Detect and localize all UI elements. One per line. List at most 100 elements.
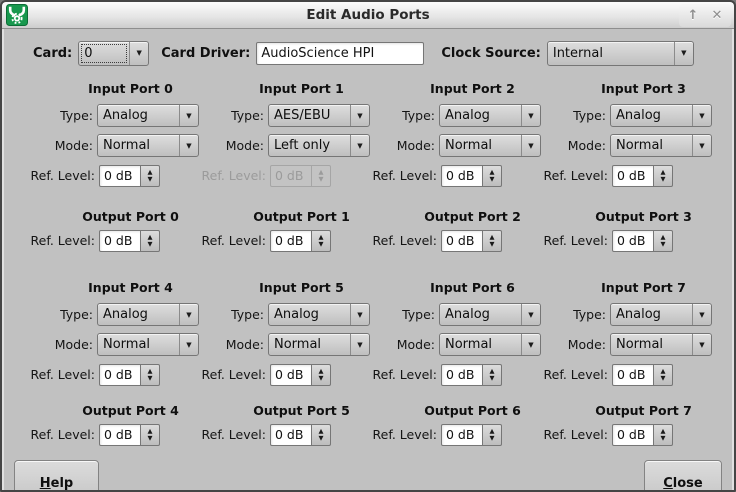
mode-value: Normal [98, 135, 179, 156]
clock-source-select[interactable]: Internal ▼ [547, 41, 694, 66]
type-row: Type: Analog ▼ [28, 104, 199, 127]
spinner-buttons[interactable]: ▲ ▼ [483, 230, 502, 252]
spin-down-icon[interactable]: ▼ [319, 435, 324, 442]
mode-label: Mode: [541, 138, 610, 153]
input-port-3-type-select[interactable]: Analog ▼ [610, 104, 712, 127]
dropdown-arrow-icon[interactable]: ▼ [674, 42, 693, 65]
spinner-buttons[interactable]: ▲ ▼ [312, 364, 331, 386]
close-icon: ✕ [712, 8, 723, 23]
spin-down-icon[interactable]: ▼ [490, 176, 495, 183]
dropdown-arrow-icon[interactable]: ▼ [521, 334, 540, 355]
input-port-3-mode-select[interactable]: Normal ▼ [610, 134, 712, 157]
dropdown-arrow-icon[interactable]: ▼ [692, 334, 711, 355]
output-port-1-ref-level-value[interactable]: 0 dB [270, 230, 312, 252]
spinner-buttons[interactable]: ▲ ▼ [483, 165, 502, 187]
mode-row: Mode: Left only ▼ [199, 134, 370, 157]
spinner-buttons[interactable]: ▲ ▼ [654, 230, 673, 252]
input-port-2-mode-select[interactable]: Normal ▼ [439, 134, 541, 157]
spin-down-icon[interactable]: ▼ [148, 241, 153, 248]
ref-level-row: Ref. Level: 0 dB ▲ ▼ [199, 363, 370, 386]
spin-down-icon[interactable]: ▼ [661, 435, 666, 442]
output-port-0-ref-level-value[interactable]: 0 dB [99, 230, 141, 252]
dropdown-arrow-icon[interactable]: ▼ [179, 334, 198, 355]
input-ports-4-7: Input Port 4 Type: Analog ▼ Mode: Normal… [28, 280, 732, 393]
spin-down-icon[interactable]: ▼ [148, 375, 153, 382]
input-port-3-ref-level-value[interactable]: 0 dB [612, 165, 654, 187]
input-port-6-ref-level-value[interactable]: 0 dB [441, 364, 483, 386]
input-port-1-type-select[interactable]: AES/EBU ▼ [268, 104, 370, 127]
input-port-6-type-select[interactable]: Analog ▼ [439, 303, 541, 326]
input-port-4-type-select[interactable]: Analog ▼ [97, 303, 199, 326]
dropdown-arrow-icon[interactable]: ▼ [350, 304, 369, 325]
output-port-3-ref-level-value[interactable]: 0 dB [612, 230, 654, 252]
mode-value: Normal [269, 334, 350, 355]
input-port-1-mode-select[interactable]: Left only ▼ [268, 134, 370, 157]
output-port-4-ref-level-value[interactable]: 0 dB [99, 424, 141, 446]
card-select[interactable]: 0 ▼ [78, 41, 149, 66]
spinner-buttons[interactable]: ▲ ▼ [654, 364, 673, 386]
spinner-buttons[interactable]: ▲ ▼ [483, 364, 502, 386]
help-button[interactable]: Help [14, 460, 99, 492]
output-port-2-ref-level-value[interactable]: 0 dB [441, 230, 483, 252]
input-port-2-ref-level-value[interactable]: 0 dB [441, 165, 483, 187]
spin-down-icon[interactable]: ▼ [490, 375, 495, 382]
spinner-buttons[interactable]: ▲ ▼ [141, 165, 160, 187]
type-label: Type: [541, 108, 610, 123]
input-port-4-mode-select[interactable]: Normal ▼ [97, 333, 199, 356]
input-port-2-panel: Input Port 2 Type: Analog ▼ Mode: Normal… [370, 81, 541, 194]
spinner-buttons[interactable]: ▲ ▼ [483, 424, 502, 446]
dropdown-arrow-icon[interactable]: ▼ [350, 334, 369, 355]
dropdown-arrow-icon[interactable]: ▼ [179, 105, 198, 126]
spinner-buttons[interactable]: ▲ ▼ [312, 230, 331, 252]
card-driver-input[interactable] [256, 42, 424, 65]
input-port-0-ref-level-value[interactable]: 0 dB [99, 165, 141, 187]
input-port-4-ref-level-value[interactable]: 0 dB [99, 364, 141, 386]
close-window-button[interactable]: ✕ [705, 8, 729, 23]
spin-down-icon[interactable]: ▼ [319, 375, 324, 382]
spin-down-icon[interactable]: ▼ [661, 241, 666, 248]
input-port-5-ref-level-value[interactable]: 0 dB [270, 364, 312, 386]
spin-down-icon[interactable]: ▼ [490, 241, 495, 248]
spinner-buttons[interactable]: ▲ ▼ [312, 424, 331, 446]
dropdown-arrow-icon[interactable]: ▼ [179, 135, 198, 156]
spin-down-icon[interactable]: ▼ [661, 176, 666, 183]
input-port-6-mode-select[interactable]: Normal ▼ [439, 333, 541, 356]
spin-down-icon[interactable]: ▼ [148, 435, 153, 442]
spinner-buttons[interactable]: ▲ ▼ [141, 230, 160, 252]
spin-down-icon[interactable]: ▼ [661, 375, 666, 382]
type-value: Analog [269, 304, 350, 325]
output-port-6-ref-level-value[interactable]: 0 dB [441, 424, 483, 446]
input-port-7-mode-select[interactable]: Normal ▼ [610, 333, 712, 356]
dropdown-arrow-icon[interactable]: ▼ [692, 304, 711, 325]
dropdown-arrow-icon[interactable]: ▼ [692, 105, 711, 126]
dropdown-arrow-icon[interactable]: ▼ [521, 135, 540, 156]
input-port-2-type-select[interactable]: Analog ▼ [439, 104, 541, 127]
input-port-5-mode-select[interactable]: Normal ▼ [268, 333, 370, 356]
shade-button[interactable]: ↑ [681, 8, 705, 23]
dropdown-arrow-icon[interactable]: ▼ [350, 135, 369, 156]
dropdown-arrow-icon[interactable]: ▼ [692, 135, 711, 156]
input-port-5-type-select[interactable]: Analog ▼ [268, 303, 370, 326]
titlebar[interactable]: Edit Audio Ports ↑ ✕ [2, 2, 734, 29]
dropdown-arrow-icon[interactable]: ▼ [179, 304, 198, 325]
spinner-buttons[interactable]: ▲ ▼ [141, 424, 160, 446]
spin-down-icon[interactable]: ▼ [319, 241, 324, 248]
dropdown-arrow-icon[interactable]: ▼ [129, 42, 148, 65]
dropdown-arrow-icon[interactable]: ▼ [521, 105, 540, 126]
spinner-buttons[interactable]: ▲ ▼ [654, 424, 673, 446]
spin-down-icon[interactable]: ▼ [490, 435, 495, 442]
input-port-0-mode-select[interactable]: Normal ▼ [97, 134, 199, 157]
card-select-value: 0 [79, 42, 129, 65]
output-port-5-ref-level-value[interactable]: 0 dB [270, 424, 312, 446]
mode-row: Mode: Normal ▼ [370, 333, 541, 356]
input-port-0-type-select[interactable]: Analog ▼ [97, 104, 199, 127]
spinner-buttons[interactable]: ▲ ▼ [654, 165, 673, 187]
dropdown-arrow-icon[interactable]: ▼ [350, 105, 369, 126]
close-button[interactable]: Close [644, 460, 722, 492]
spin-down-icon[interactable]: ▼ [148, 176, 153, 183]
spinner-buttons[interactable]: ▲ ▼ [141, 364, 160, 386]
input-port-7-ref-level-value[interactable]: 0 dB [612, 364, 654, 386]
output-port-7-ref-level-value[interactable]: 0 dB [612, 424, 654, 446]
input-port-7-type-select[interactable]: Analog ▼ [610, 303, 712, 326]
dropdown-arrow-icon[interactable]: ▼ [521, 304, 540, 325]
